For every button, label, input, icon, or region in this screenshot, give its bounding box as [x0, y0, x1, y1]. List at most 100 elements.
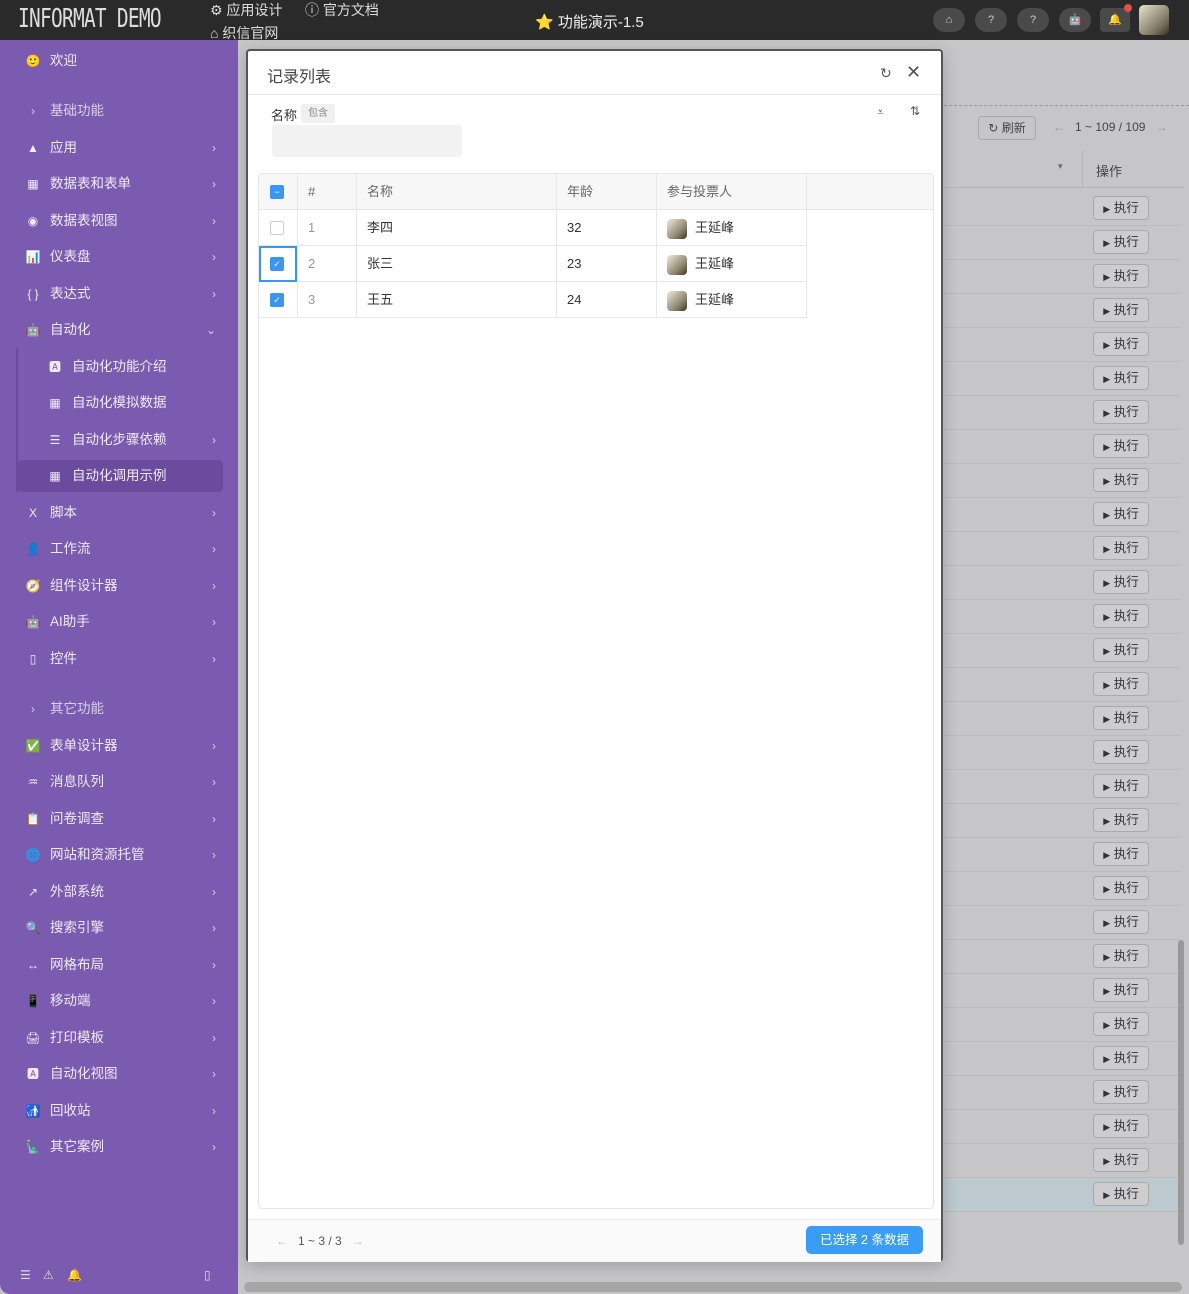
sidebar-item[interactable]: ▦ 自动化调用示例 [18, 460, 223, 492]
execute-button[interactable]: ▶ 执行 [1093, 876, 1149, 900]
execute-button[interactable]: ▶ 执行 [1093, 604, 1149, 628]
confirm-selection-button[interactable]: 已选择 2 条数据 [806, 1226, 923, 1254]
sidebar-item[interactable]: 🤖 AI助手 › [0, 606, 238, 638]
execute-button[interactable]: ▶ 执行 [1093, 298, 1149, 322]
help-button[interactable]: ? [1017, 8, 1049, 32]
execute-button[interactable]: ▶ 执行 [1093, 1148, 1149, 1172]
sidebar-item[interactable]: 🅰 自动化功能介绍 [0, 351, 238, 383]
sidebar-item[interactable]: 🔍 搜索引擎 › [0, 912, 238, 944]
refresh-button[interactable]: ↻ 刷新 [978, 116, 1036, 140]
execute-button[interactable]: ▶ 执行 [1093, 944, 1149, 968]
filter-clear-icon[interactable]: ⩡ [877, 105, 884, 120]
execute-button[interactable]: ▶ 执行 [1093, 400, 1149, 424]
sidebar-item[interactable]: 🚮 回收站 › [0, 1095, 238, 1127]
sidebar-item[interactable]: 🅰 自动化视图 › [0, 1058, 238, 1090]
sidebar-item[interactable]: ☰ 自动化步骤依赖 › [0, 424, 238, 456]
sidebar-item[interactable]: 📊 仪表盘 › [0, 241, 238, 273]
user-avatar[interactable] [1139, 5, 1169, 35]
sidebar-item[interactable]: 🙂 欢迎 [0, 45, 238, 77]
execute-button[interactable]: ▶ 执行 [1093, 842, 1149, 866]
execute-button[interactable]: ▶ 执行 [1093, 638, 1149, 662]
table-row[interactable]: ✓ 3 王五 24 王延峰 [259, 282, 807, 318]
home-button[interactable]: ⌂ [933, 8, 965, 32]
play-icon: ▶ [1103, 1190, 1111, 1200]
sidebar-item[interactable]: ▯ 控件 › [0, 643, 238, 675]
sidebar-item[interactable]: X 脚本 › [0, 497, 238, 529]
sidebar-item[interactable]: 🗽 其它案例 › [0, 1131, 238, 1163]
execute-button[interactable]: ▶ 执行 [1093, 468, 1149, 492]
execute-button[interactable]: ▶ 执行 [1093, 1046, 1149, 1070]
execute-button[interactable]: ▶ 执行 [1093, 502, 1149, 526]
row-checkbox[interactable] [270, 221, 284, 235]
sidebar-item[interactable]: 📱 移动端 › [0, 985, 238, 1017]
app-title[interactable]: ⭐ 功能演示-1.5 [535, 11, 644, 32]
filter-operator[interactable]: 包含 [301, 104, 335, 123]
row-checkbox[interactable]: ✓ [270, 257, 284, 271]
app-design-link[interactable]: ⚙ 应用设计 [210, 0, 282, 20]
execute-button[interactable]: ▶ 执行 [1093, 774, 1149, 798]
sidebar-item[interactable]: { } 表达式 › [0, 278, 238, 310]
next-icon[interactable]: → [1155, 120, 1167, 134]
sidebar-item[interactable]: ↔ 网格布局 › [0, 949, 238, 981]
close-icon[interactable]: ✕ [906, 62, 921, 83]
next-page-icon[interactable]: → [352, 1234, 364, 1248]
execute-button[interactable]: ▶ 执行 [1093, 910, 1149, 934]
sidebar-item[interactable]: ▦ 数据表和表单 › [0, 168, 238, 200]
name-filter-input[interactable] [272, 125, 462, 157]
execute-button[interactable]: ▶ 执行 [1093, 672, 1149, 696]
execute-button[interactable]: ▶ 执行 [1093, 740, 1149, 764]
sort-icon[interactable]: ⇅ [910, 104, 920, 118]
background-row: ▶ 执行 [944, 226, 1180, 260]
execute-button[interactable]: ▶ 执行 [1093, 978, 1149, 1002]
execute-button[interactable]: ▶ 执行 [1093, 434, 1149, 458]
warning-icon[interactable]: ⚠ [43, 1268, 54, 1282]
dropdown-icon[interactable]: ▾ [1058, 161, 1063, 172]
execute-button[interactable]: ▶ 执行 [1093, 570, 1149, 594]
execute-button[interactable]: ▶ 执行 [1093, 332, 1149, 356]
sidebar-item[interactable]: › 基础功能 [0, 95, 238, 127]
column-header-name[interactable]: 名称 [357, 174, 557, 210]
sidebar-item[interactable]: › 其它功能 [0, 693, 238, 725]
sidebar-item[interactable]: 🤖 自动化 ⌄ [0, 314, 238, 346]
execute-button[interactable]: ▶ 执行 [1093, 1080, 1149, 1104]
execute-button[interactable]: ▶ 执行 [1093, 1012, 1149, 1036]
sidebar-item[interactable]: 🖨 打印模板 › [0, 1022, 238, 1054]
execute-button[interactable]: ▶ 执行 [1093, 1182, 1149, 1206]
sidebar-item[interactable]: ✅ 表单设计器 › [0, 730, 238, 762]
execute-button[interactable]: ▶ 执行 [1093, 264, 1149, 288]
column-header-voter[interactable]: 参与投票人 [657, 174, 807, 210]
refresh-icon[interactable]: ↻ [880, 65, 892, 82]
execute-button[interactable]: ▶ 执行 [1093, 196, 1149, 220]
robot-button[interactable]: 🤖 [1059, 8, 1091, 32]
execute-button[interactable]: ▶ 执行 [1093, 1114, 1149, 1138]
execute-button[interactable]: ▶ 执行 [1093, 366, 1149, 390]
menu-icon[interactable]: ☰ [20, 1268, 31, 1282]
notification-button[interactable]: 🔔 [1100, 4, 1132, 32]
sidebar-item[interactable]: 📋 问卷调查 › [0, 803, 238, 835]
row-checkbox[interactable]: ✓ [270, 293, 284, 307]
sidebar-item[interactable]: 🌐 网站和资源托管 › [0, 839, 238, 871]
bell-icon[interactable]: 🔔 [67, 1268, 82, 1282]
sidebar-item[interactable]: ▲ 应用 › [0, 132, 238, 164]
docs-link[interactable]: ⓘ 官方文档 [305, 0, 379, 20]
table-row[interactable]: 1 李四 32 王延峰 [259, 210, 807, 246]
vertical-scrollbar[interactable] [1178, 940, 1184, 1245]
execute-button[interactable]: ▶ 执行 [1093, 230, 1149, 254]
sidebar-item[interactable]: ▦ 自动化模拟数据 [0, 387, 238, 419]
sidebar-item[interactable]: ↗ 外部系统 › [0, 876, 238, 908]
sidebar-item[interactable]: 🧭 组件设计器 › [0, 570, 238, 602]
column-header-age[interactable]: 年龄 [557, 174, 657, 210]
execute-button[interactable]: ▶ 执行 [1093, 536, 1149, 560]
select-all-checkbox[interactable]: − [270, 185, 284, 199]
execute-button[interactable]: ▶ 执行 [1093, 808, 1149, 832]
sidebar-item[interactable]: 👤 工作流 › [0, 533, 238, 565]
sidebar-item[interactable]: ◉ 数据表视图 › [0, 205, 238, 237]
panel-icon[interactable]: ▯ [204, 1268, 211, 1282]
execute-button[interactable]: ▶ 执行 [1093, 706, 1149, 730]
sidebar-item[interactable]: ♒ 消息队列 › [0, 766, 238, 798]
prev-page-icon[interactable]: ← [276, 1234, 288, 1248]
feedback-button[interactable]: ? [975, 8, 1007, 32]
table-row[interactable]: ✓ 2 张三 23 王延峰 [259, 246, 807, 282]
horizontal-scrollbar[interactable] [244, 1282, 1182, 1292]
prev-icon[interactable]: ← [1053, 120, 1065, 134]
